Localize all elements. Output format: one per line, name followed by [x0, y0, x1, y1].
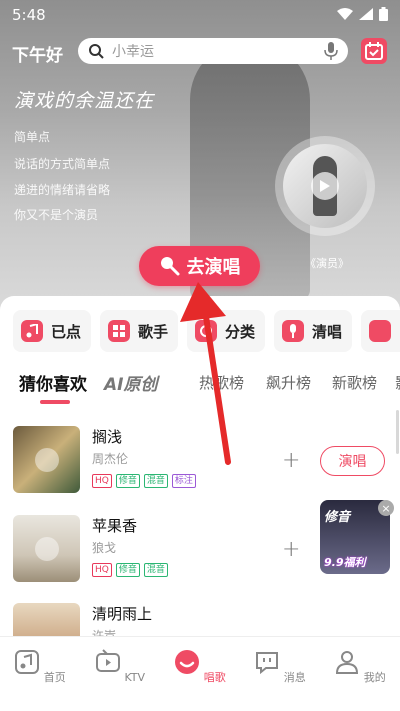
song-artist: 狼戈 [92, 541, 117, 555]
nav-label: 我的 [363, 671, 386, 684]
signal-icon [359, 8, 373, 20]
sing-icon [175, 650, 200, 674]
go-sing-label: 去演唱 [186, 257, 241, 278]
message-icon [256, 652, 279, 675]
song-row[interactable]: 清明雨上 许嵩 [0, 603, 400, 636]
promo-subtitle: 9.9福利 [324, 556, 366, 569]
grid-icon [108, 320, 130, 342]
status-icons [337, 7, 388, 21]
lyric-line: 简单点 [14, 130, 51, 144]
active-tab-indicator [40, 400, 70, 404]
microphone-icon [160, 257, 179, 276]
song-title: 清明雨上 [92, 605, 153, 623]
lyric-line: 递进的情绪请省略 [14, 183, 111, 197]
song-cover [13, 603, 80, 636]
scrollbar[interactable] [396, 410, 399, 454]
greeting-text: 下午好 [12, 46, 63, 66]
lyric-line: 你又不是个演员 [14, 208, 99, 222]
nav-label: KTV [124, 671, 146, 684]
battery-icon [379, 7, 388, 21]
song-title: 搁浅 [92, 428, 123, 446]
tag-mix: 混音 [143, 563, 168, 577]
checkin-calendar-icon[interactable] [361, 38, 387, 64]
bottom-navigation: 首页 KTV 唱歌 消息 我的 [0, 636, 400, 711]
album-cover [283, 144, 367, 228]
status-time: 5:48 [12, 6, 46, 24]
user-icon [336, 651, 359, 674]
play-icon[interactable] [35, 448, 59, 472]
tv-icon [95, 649, 120, 672]
tag-tuning: 修音 [115, 563, 140, 577]
category-tabs: 猜你喜欢 AI原创 热歌榜 飙升榜 新歌榜 影 [0, 370, 400, 398]
quick-action-label: 分类 [225, 322, 256, 341]
tab-hot-chart[interactable]: 热歌榜 [199, 372, 244, 393]
go-sing-button[interactable]: 去演唱 [139, 246, 260, 286]
quick-action-more[interactable] [361, 310, 400, 352]
tag-tuning: 修音 [115, 474, 140, 488]
more-icon [369, 320, 391, 342]
status-bar: 5:48 [0, 0, 400, 30]
tab-new-chart[interactable]: 新歌榜 [332, 372, 377, 393]
quick-action-acapella[interactable]: 清唱 [274, 310, 352, 352]
search-input[interactable]: 小幸运 [112, 41, 324, 61]
quick-action-label: 已点 [51, 322, 82, 341]
song-artist: 周杰伦 [92, 452, 129, 466]
play-icon[interactable] [35, 537, 59, 561]
song-title: 苹果香 [92, 517, 138, 535]
search-bar[interactable]: 小幸运 [78, 38, 348, 64]
tag-annotated: 标注 [171, 474, 196, 488]
tab-ai-original[interactable]: AI原创 [104, 370, 157, 395]
tag-hq: HQ [92, 474, 112, 488]
nav-label: 首页 [43, 671, 66, 684]
nav-label: 消息 [283, 671, 306, 684]
nav-sing[interactable]: 唱歌 [170, 649, 230, 685]
calendar-check-icon [365, 42, 383, 60]
nav-ktv[interactable]: KTV [90, 649, 150, 684]
quick-action-ordered[interactable]: 已点 [13, 310, 91, 352]
acapella-icon [282, 320, 304, 342]
close-icon[interactable]: × [378, 500, 394, 516]
category-icon [195, 320, 217, 342]
app-root: 5:48 下午好 小幸运 演戏的余温还在 简单点 说话的方式简单点 递进的情绪请… [0, 0, 400, 711]
wifi-icon [337, 8, 353, 20]
song-row[interactable]: 搁浅 周杰伦 HQ 修音 混音 标注 + 演唱 [0, 426, 400, 498]
play-icon[interactable] [311, 172, 339, 200]
add-song-icon[interactable]: + [282, 537, 300, 562]
nav-profile[interactable]: 我的 [330, 649, 390, 685]
quick-action-label: 歌手 [138, 322, 169, 341]
song-cover [13, 426, 80, 493]
lyric-line: 说话的方式简单点 [14, 157, 111, 171]
sing-song-button[interactable]: 演唱 [320, 446, 385, 476]
music-note-icon [21, 320, 43, 342]
add-song-icon[interactable]: + [282, 448, 300, 473]
search-icon [89, 44, 104, 59]
tab-film[interactable]: 影 [395, 372, 400, 393]
tag-mix: 混音 [143, 474, 168, 488]
quick-action-singer[interactable]: 歌手 [100, 310, 178, 352]
home-music-icon [15, 650, 40, 674]
quick-action-label: 清唱 [312, 322, 343, 341]
nav-home[interactable]: 首页 [10, 649, 70, 685]
album-disc[interactable] [275, 136, 375, 236]
promo-title: 修音 [324, 510, 351, 525]
tab-guess-you-like[interactable]: 猜你喜欢 [19, 370, 87, 395]
hero-title: 演戏的余温还在 [14, 90, 155, 112]
quick-action-category[interactable]: 分类 [187, 310, 265, 352]
tag-hq: HQ [92, 563, 112, 577]
song-artist: 许嵩 [92, 629, 117, 636]
song-tags: HQ 修音 混音 标注 [92, 474, 196, 488]
nav-label: 唱歌 [203, 671, 226, 684]
tab-rising-chart[interactable]: 飙升榜 [266, 372, 311, 393]
song-cover [13, 515, 80, 582]
song-tags: HQ 修音 混音 [92, 563, 168, 577]
microphone-icon[interactable] [324, 42, 338, 60]
album-caption: 《演员》 [305, 257, 349, 270]
nav-messages[interactable]: 消息 [250, 649, 310, 685]
